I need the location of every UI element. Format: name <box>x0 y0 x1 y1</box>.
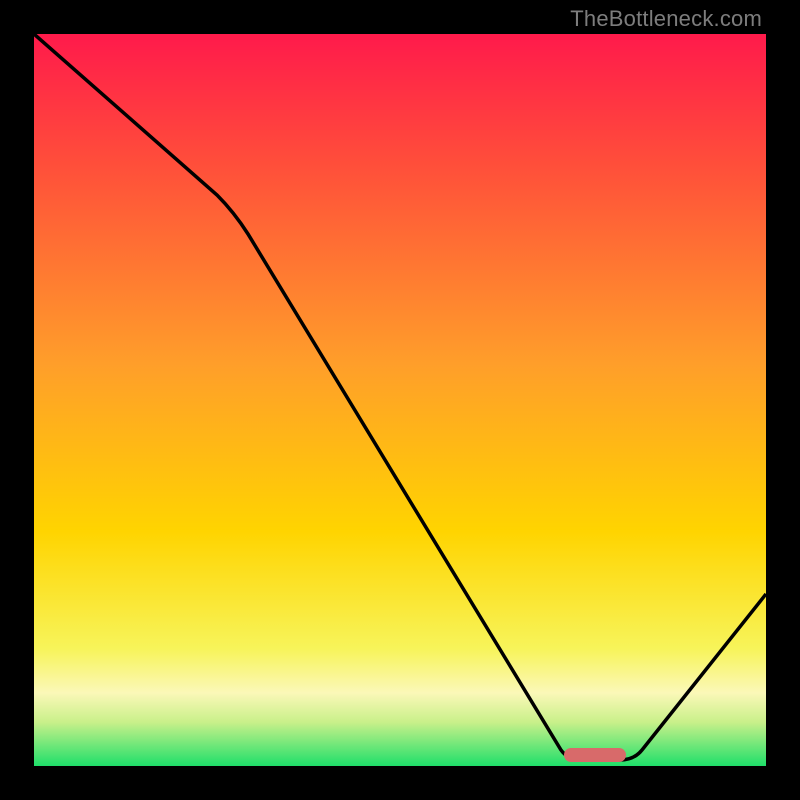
watermark-text: TheBottleneck.com <box>570 6 762 32</box>
chart-frame <box>0 0 800 800</box>
chart-canvas <box>34 34 766 766</box>
optimal-range-marker <box>564 748 626 762</box>
gradient-background <box>34 34 766 766</box>
